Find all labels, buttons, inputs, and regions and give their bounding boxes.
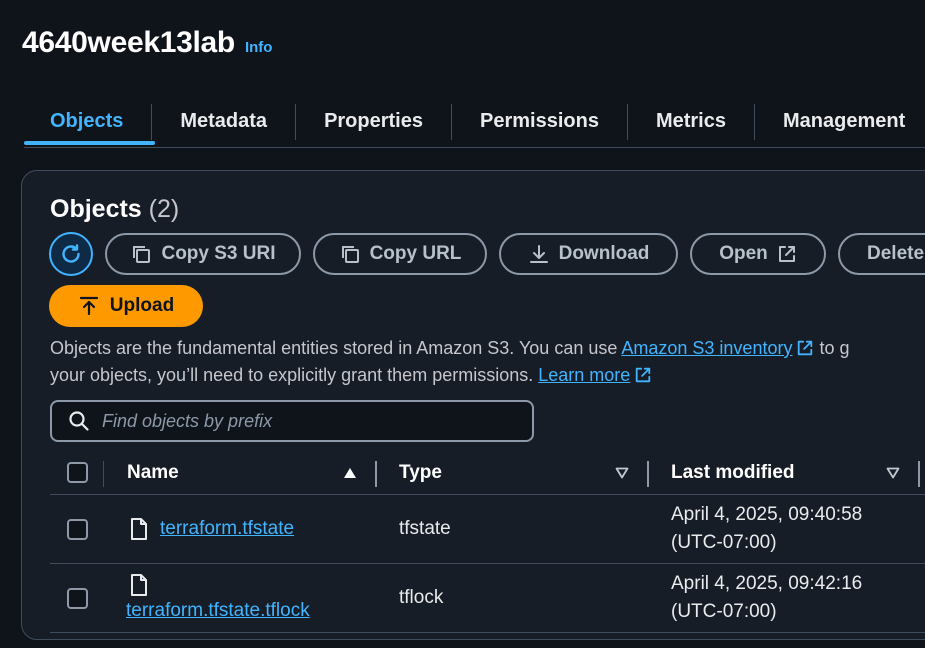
name-column-header[interactable]: Name — [127, 451, 179, 494]
name-cell: terraform.tfstate.tflock — [126, 564, 310, 632]
upload-label: Upload — [109, 295, 175, 316]
download-label: Download — [558, 243, 650, 264]
last-modified-cell: April 4, 2025, 09:42:16 (UTC-07:00) — [671, 564, 862, 632]
row-checkbox[interactable] — [67, 587, 88, 609]
copy-url-button[interactable]: Copy URL — [313, 233, 487, 275]
tab-objects[interactable]: Objects — [24, 104, 151, 140]
object-link[interactable]: terraform.tfstate — [160, 518, 294, 540]
copy-url-label: Copy URL — [369, 243, 462, 264]
copy-s3-uri-label: Copy S3 URI — [161, 243, 276, 264]
tab-management[interactable]: Management — [753, 103, 925, 140]
table-row[interactable]: terraform.tfstate tfstate April 4, 2025,… — [50, 495, 925, 564]
active-tab-indicator — [24, 141, 155, 145]
modified-timezone: (UTC-07:00) — [671, 601, 777, 622]
modified-date: April 4, 2025, 09:42:16 — [671, 573, 863, 594]
column-divider — [103, 461, 104, 487]
download-button[interactable]: Download — [499, 233, 678, 275]
type-cell: tflock — [399, 587, 444, 608]
sort-asc-icon[interactable] — [343, 467, 357, 479]
search-icon — [69, 411, 89, 431]
row-select-cell — [67, 495, 88, 563]
select-all-cell — [67, 451, 88, 494]
copy-s3-uri-button[interactable]: Copy S3 URI — [105, 233, 301, 275]
row-checkbox[interactable] — [67, 518, 88, 540]
s3-bucket-page: 4640week13lab Info Objects Metadata Prop… — [0, 0, 925, 648]
tab-bar: Objects Metadata Properties Permissions … — [24, 96, 925, 148]
description-line-2: your objects, you’ll need to explicitly … — [50, 362, 925, 389]
objects-count: (2) — [148, 195, 180, 223]
info-link[interactable]: Info — [245, 39, 273, 56]
description-text-1: Objects are the fundamental entities sto… — [50, 338, 622, 358]
description-text-2: your objects, you’ll need to explicitly … — [50, 365, 539, 385]
name-header-label: Name — [127, 461, 179, 483]
refresh-button[interactable] — [49, 232, 93, 276]
type-header-label: Type — [399, 461, 442, 483]
name-cell: terraform.tfstate — [130, 495, 294, 563]
tab-metrics[interactable]: Metrics — [626, 103, 754, 140]
table-row[interactable]: terraform.tfstate.tflock tflock April 4,… — [50, 564, 925, 633]
object-link[interactable]: terraform.tfstate.tflock — [126, 600, 310, 621]
tab-metadata[interactable]: Metadata — [151, 103, 295, 140]
column-resizer[interactable] — [918, 461, 920, 487]
open-label: Open — [719, 243, 768, 264]
external-link-icon — [798, 340, 813, 356]
last-modified-cell: April 4, 2025, 09:40:58 (UTC-07:00) — [671, 495, 862, 563]
objects-panel: Objects (2) Copy S3 URI Copy URL Downloa… — [21, 170, 925, 640]
search-input[interactable] — [102, 410, 502, 432]
sort-desc-icon[interactable] — [886, 467, 900, 479]
type-cell: tfstate — [399, 518, 451, 539]
file-icon — [131, 518, 147, 540]
last-modified-header-label: Last modified — [671, 461, 795, 483]
objects-table: Name Type Last modified terraform.tfstat… — [50, 451, 925, 633]
delete-button[interactable]: Delete — [838, 233, 925, 275]
search-box — [50, 400, 534, 442]
row-select-cell — [67, 564, 88, 632]
delete-label: Delete — [867, 243, 925, 264]
download-icon — [529, 245, 548, 263]
page-title: 4640week13lab — [22, 26, 235, 59]
modified-timezone: (UTC-07:00) — [671, 532, 777, 553]
action-bar: Copy S3 URI Copy URL Download Open Delet… — [49, 232, 925, 276]
external-link-icon — [636, 367, 651, 383]
table-header: Name Type Last modified — [50, 451, 925, 495]
select-all-checkbox[interactable] — [67, 462, 88, 483]
title-row: 4640week13lab Info — [22, 26, 272, 60]
column-resizer[interactable] — [375, 461, 377, 487]
objects-heading: Objects (2) — [50, 195, 179, 224]
column-resizer[interactable] — [647, 461, 649, 487]
external-link-icon — [778, 246, 795, 262]
tab-permissions[interactable]: Permissions — [451, 103, 627, 140]
objects-heading-label: Objects — [50, 195, 142, 223]
last-modified-column-header[interactable]: Last modified — [671, 451, 795, 494]
sort-desc-icon[interactable] — [615, 467, 629, 479]
description-text-1-suffix: to g — [814, 338, 850, 358]
upload-button[interactable]: Upload — [49, 285, 203, 327]
description-line-1: Objects are the fundamental entities sto… — [50, 335, 925, 362]
tab-properties[interactable]: Properties — [295, 103, 451, 140]
file-icon — [131, 574, 147, 596]
copy-icon — [341, 246, 359, 263]
type-column-header[interactable]: Type — [399, 451, 442, 494]
learn-more-link[interactable]: Learn more — [538, 365, 630, 385]
copy-icon — [133, 246, 151, 263]
refresh-icon — [62, 244, 80, 263]
upload-icon — [79, 296, 98, 316]
s3-inventory-link[interactable]: Amazon S3 inventory — [621, 338, 792, 358]
objects-description: Objects are the fundamental entities sto… — [50, 335, 925, 389]
modified-date: April 4, 2025, 09:40:58 — [671, 504, 863, 525]
open-button[interactable]: Open — [690, 233, 826, 275]
